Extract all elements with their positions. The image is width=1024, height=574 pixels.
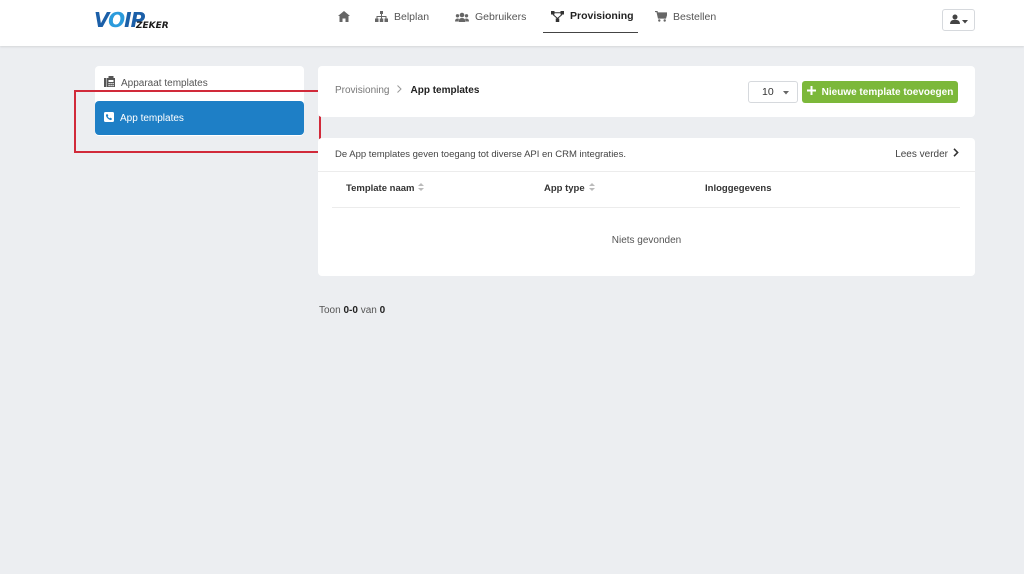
fax-icon [104, 76, 115, 90]
column-label: Template naam [346, 183, 415, 194]
table-header-divider [332, 207, 960, 208]
breadcrumb: Provisioning App templates [335, 85, 479, 96]
nav-item-provisioning[interactable]: Provisioning [543, 0, 638, 33]
users-icon [455, 12, 469, 22]
nav-item-bestellen[interactable]: Bestellen [655, 0, 716, 33]
nav-item-gebruikers[interactable]: Gebruikers [455, 0, 526, 33]
caret-down-icon [783, 86, 789, 98]
nav-label-belplan: Belplan [394, 10, 430, 23]
count-of: van [360, 305, 377, 316]
count-range-end: 0 [352, 305, 358, 316]
column-header-inloggegevens: Inloggegevens [705, 183, 772, 194]
cart-icon [655, 11, 667, 22]
top-navbar: VOIP ZEKER Belplan Gebruikers Provisioni… [0, 0, 1024, 46]
nav-item-belplan[interactable]: Belplan [375, 0, 429, 33]
plus-icon [806, 86, 816, 98]
breadcrumb-current: App templates [410, 85, 480, 96]
caret-down-icon [961, 11, 968, 29]
chevron-right-icon [953, 148, 959, 160]
voipzeker-logo[interactable]: VOIP ZEKER [94, 8, 184, 34]
nav-label-provisioning: Provisioning [570, 10, 634, 22]
nav-label-bestellen: Bestellen [673, 10, 717, 23]
count-prefix: Toon [319, 305, 341, 316]
page-header-card: Provisioning App templates 10 Nieuwe tem… [318, 66, 975, 117]
column-header-app-type[interactable]: App type [544, 183, 595, 194]
info-bar: De App templates geven toegang tot diver… [318, 138, 975, 172]
column-label: Inloggegevens [705, 183, 772, 194]
sort-icon [588, 183, 595, 194]
home-icon [338, 11, 350, 22]
add-template-button[interactable]: Nieuwe template toevoegen [802, 81, 958, 103]
user-menu-button[interactable] [942, 9, 975, 31]
templates-table-card: De App templates geven toegang tot diver… [318, 138, 975, 276]
breadcrumb-link-provisioning[interactable]: Provisioning [335, 85, 389, 96]
highlight-annotation-box [74, 90, 321, 153]
read-more-label: Lees verder [895, 148, 948, 160]
network-icon [551, 10, 564, 22]
count-total: 0 [379, 305, 386, 316]
user-icon [949, 11, 960, 29]
chevron-right-icon [397, 85, 403, 96]
nav-item-home[interactable] [338, 0, 350, 33]
column-header-template-naam[interactable]: Template naam [346, 183, 425, 194]
record-count: Toon 0-0 van 0 [319, 305, 386, 316]
read-more-link[interactable]: Lees verder [895, 148, 959, 160]
nav-label-gebruikers: Gebruikers [475, 10, 527, 23]
info-text: De App templates geven toegang tot diver… [335, 149, 626, 160]
logo-sub: ZEKER [136, 21, 169, 31]
empty-state-text: Niets gevonden [611, 235, 682, 246]
sitemap-icon [375, 11, 388, 22]
sort-icon [418, 183, 425, 194]
per-page-select[interactable]: 10 [748, 81, 798, 103]
column-label: App type [544, 183, 585, 194]
sidebar-item-label: Apparaat templates [121, 77, 208, 89]
per-page-value: 10 [762, 86, 774, 98]
add-template-label: Nieuwe template toevoegen [821, 86, 954, 98]
